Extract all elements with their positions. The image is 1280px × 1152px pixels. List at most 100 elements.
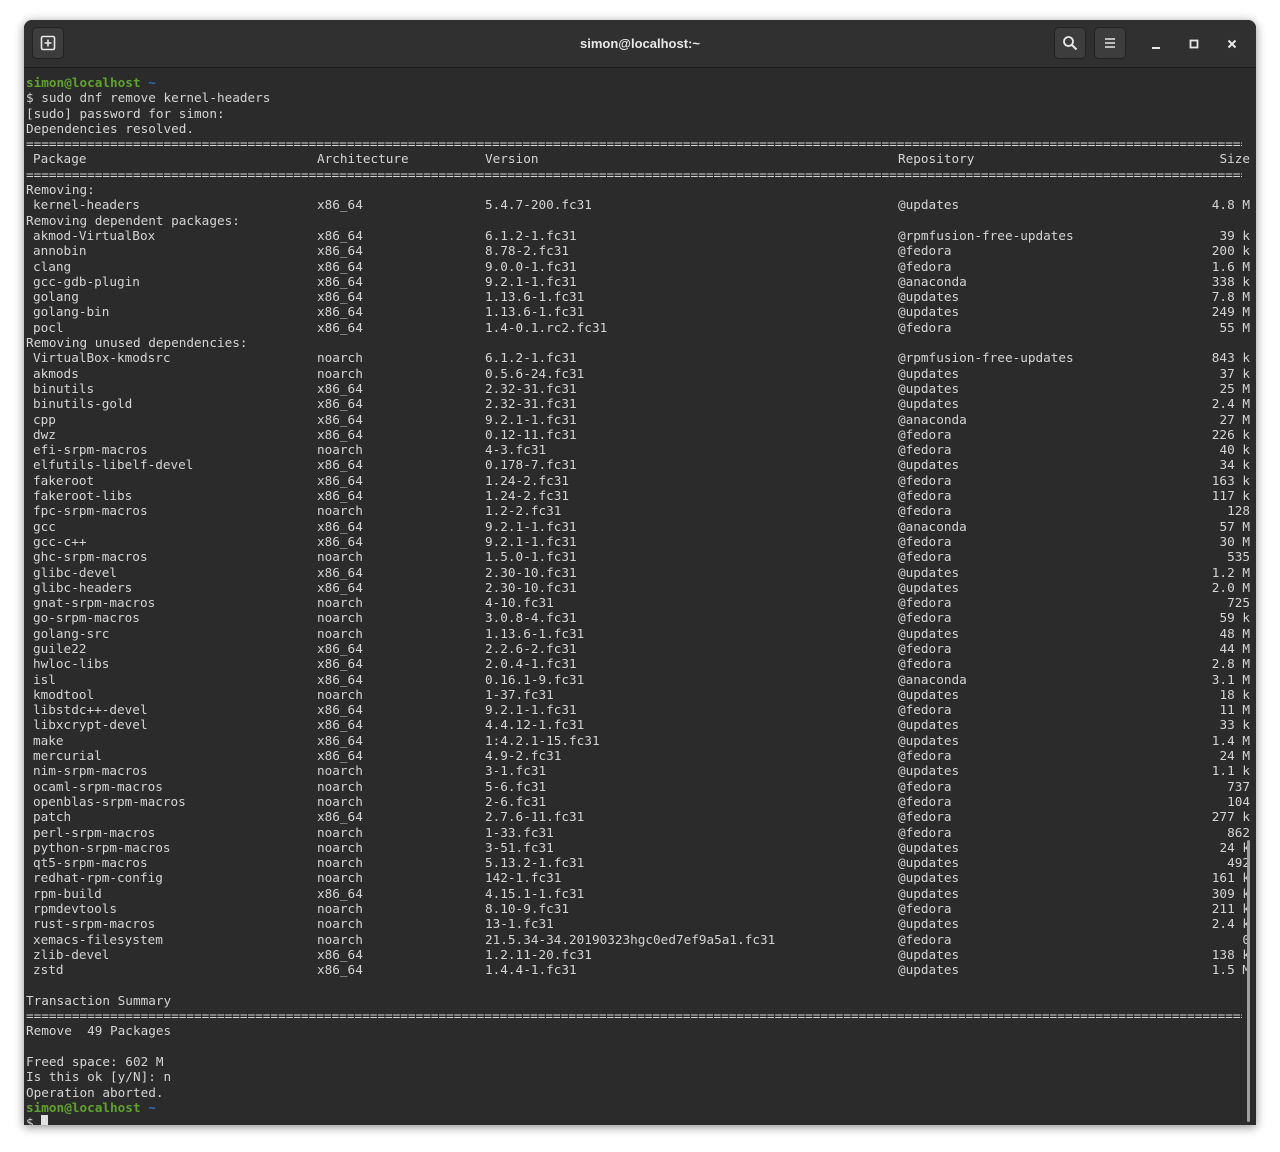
input-line[interactable]: $: [26, 1115, 1256, 1125]
package-version: 2.2.6-2.fc31: [485, 640, 577, 656]
package-repo: @fedora: [898, 748, 952, 764]
header-repository: Repository: [898, 151, 975, 167]
package-size: 1.2 M: [1211, 564, 1250, 580]
package-version: 13-1.fc31: [485, 916, 554, 932]
table-row: gnat-srpm-macros noarch 4-10.fc31 @fedora 72…: [26, 595, 1256, 610]
package-repo: @fedora: [898, 656, 952, 672]
table-row: nim-srpm-macros noarch 3-1.fc31 @updates 1.1…: [26, 763, 1256, 778]
package-size: 200 k: [1211, 243, 1250, 259]
shell-prompt: $: [26, 1115, 42, 1125]
menu-button[interactable]: [1094, 27, 1126, 59]
package-size: 535: [1227, 549, 1250, 565]
table-row: rust-srpm-macros noarch 13-1.fc31 @updates 2…: [26, 916, 1256, 931]
maximize-button[interactable]: [1182, 32, 1206, 56]
package-name: xemacs-filesystem: [33, 931, 163, 947]
package-repo: @rpmfusion-free-updates: [898, 227, 1074, 243]
package-repo: @updates: [898, 855, 960, 871]
package-repo: @anaconda: [898, 273, 967, 289]
table-row: go-srpm-macros noarch 3.0.8-4.fc31 @fedora 5…: [26, 610, 1256, 625]
package-size: 309 k: [1211, 885, 1250, 901]
package-size: 44 M: [1219, 640, 1250, 656]
header-version: Version: [485, 151, 539, 167]
package-version: 5-6.fc31: [485, 778, 547, 794]
table-row: dwz x86_64 0.12-11.fc31 @fedora 226 k: [26, 427, 1256, 442]
package-name: golang: [33, 289, 79, 305]
package-version: 9.2.1-1.fc31: [485, 702, 577, 718]
table-row: kernel-headers x86_64 5.4.7-200.fc31 @updat…: [26, 197, 1256, 212]
table-row: ocaml-srpm-macros noarch 5-6.fc31 @fedora 73…: [26, 779, 1256, 794]
close-icon: [1227, 39, 1237, 49]
package-repo: @updates: [898, 197, 960, 213]
package-version: 2.0.4-1.fc31: [485, 656, 577, 672]
separator: ========================================…: [26, 1008, 1242, 1024]
table-row: clang x86_64 9.0.0-1.fc31 @fedora 1.6 M: [26, 259, 1256, 274]
table-row: golang x86_64 1.13.6-1.fc31 @updates 7.8 M: [26, 289, 1256, 304]
table-row: golang-src noarch 1.13.6-1.fc31 @updates 48 …: [26, 626, 1256, 641]
package-name: akmods: [33, 365, 79, 381]
close-button[interactable]: [1220, 32, 1244, 56]
table-row: libstdc++-devel x86_64 9.2.1-1.fc31 @fedora…: [26, 702, 1256, 717]
table-row: rpmdevtools noarch 8.10-9.fc31 @fedora 211 k: [26, 901, 1256, 916]
package-version: 8.10-9.fc31: [485, 901, 570, 917]
package-arch: x86_64: [317, 380, 363, 396]
package-arch: noarch: [317, 916, 363, 932]
package-version: 2.7.6-11.fc31: [485, 809, 585, 825]
package-name: qt5-srpm-macros: [33, 855, 148, 871]
package-arch: x86_64: [317, 304, 363, 320]
package-arch: x86_64: [317, 748, 363, 764]
package-name: isl: [33, 671, 56, 687]
package-repo: @fedora: [898, 610, 952, 626]
package-repo: @updates: [898, 564, 960, 580]
package-size: 163 k: [1211, 472, 1250, 488]
prompt-line: simon@localhost ~: [26, 75, 1256, 90]
search-button[interactable]: [1054, 27, 1086, 59]
aborted-message: Operation aborted.: [26, 1084, 164, 1100]
package-version: 0.5.6-24.fc31: [485, 365, 585, 381]
package-version: 1.24-2.fc31: [485, 488, 570, 504]
package-arch: x86_64: [317, 946, 363, 962]
header-size: Size: [1219, 151, 1250, 167]
package-repo: @fedora: [898, 488, 952, 504]
package-size: 48 M: [1219, 625, 1250, 641]
package-repo: @fedora: [898, 595, 952, 611]
table-row: make x86_64 1:4.2.1-15.fc31 @updates 1.4 M: [26, 733, 1256, 748]
package-arch: x86_64: [317, 472, 363, 488]
package-repo: @anaconda: [898, 411, 967, 427]
package-repo: @fedora: [898, 533, 952, 549]
package-name: hwloc-libs: [33, 656, 110, 672]
package-size: 34 k: [1219, 457, 1250, 473]
package-version: 2.32-31.fc31: [485, 380, 577, 396]
table-row: fakeroot-libs x86_64 1.24-2.fc31 @fedora 117…: [26, 488, 1256, 503]
package-repo: @fedora: [898, 549, 952, 565]
package-size: 128: [1227, 503, 1250, 519]
package-version: 1.13.6-1.fc31: [485, 289, 585, 305]
package-arch: x86_64: [317, 962, 363, 978]
package-size: 843 k: [1211, 350, 1250, 366]
package-version: 1.4.4-1.fc31: [485, 962, 577, 978]
package-repo: @rpmfusion-free-updates: [898, 350, 1074, 366]
prompt-dir: ~: [148, 1099, 156, 1115]
package-repo: @fedora: [898, 793, 952, 809]
package-repo: @fedora: [898, 778, 952, 794]
sudo-prompt: [sudo] password for simon:: [26, 105, 225, 121]
table-row: kmodtool noarch 1-37.fc31 @updates 18 k: [26, 687, 1256, 702]
package-name: fakeroot-libs: [33, 488, 133, 504]
table-row: qt5-srpm-macros noarch 5.13.2-1.fc31 @updat…: [26, 855, 1256, 870]
package-size: 117 k: [1211, 488, 1250, 504]
package-version: 4.4.12-1.fc31: [485, 717, 585, 733]
package-repo: @fedora: [898, 426, 952, 442]
package-repo: @anaconda: [898, 671, 967, 687]
package-arch: noarch: [317, 824, 363, 840]
scrollbar[interactable]: [1247, 840, 1250, 1122]
package-version: 4.15.1-1.fc31: [485, 885, 585, 901]
table-row: efi-srpm-macros noarch 4-3.fc31 @fedora 40 k: [26, 442, 1256, 457]
header-package: Package: [33, 151, 87, 167]
package-size: 1.4 M: [1211, 732, 1250, 748]
remove-summary: Remove 49 Packages: [26, 1023, 172, 1039]
package-arch: x86_64: [317, 243, 363, 259]
package-repo: @updates: [898, 380, 960, 396]
minimize-button[interactable]: [1144, 32, 1168, 56]
terminal-output[interactable]: simon@localhost ~ $ sudo dnf remove kern…: [24, 68, 1256, 1125]
package-name: patch: [33, 809, 72, 825]
package-name: gcc-gdb-plugin: [33, 273, 140, 289]
